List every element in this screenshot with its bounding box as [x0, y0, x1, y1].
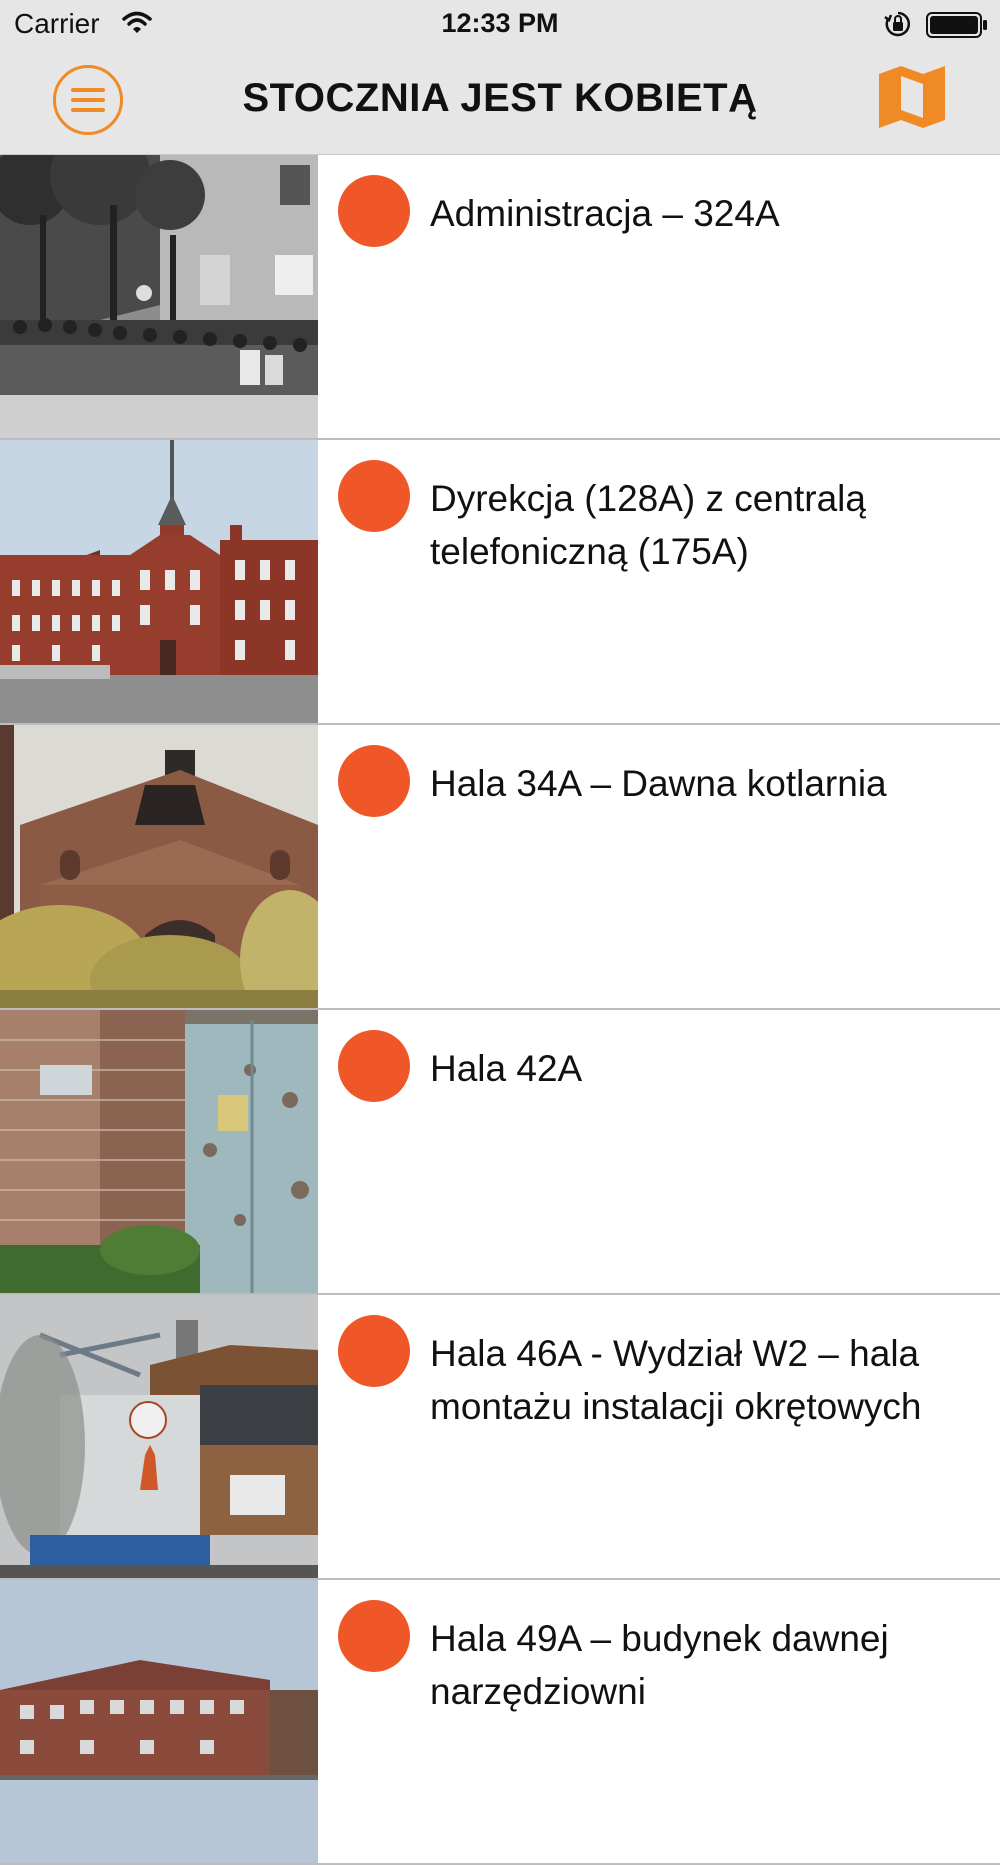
list-item[interactable]: Hala 49A – budynek dawnej narzędziowni: [0, 1580, 1000, 1865]
location-marker: [338, 1315, 410, 1387]
hamburger-menu-icon-bar: [71, 98, 105, 102]
location-marker: [338, 745, 410, 817]
list-item-title: Hala 49A – budynek dawnej narzędziowni: [430, 1618, 889, 1712]
status-bar: Carrier 12:33 PM: [0, 0, 1000, 50]
list-item-title: Hala 42A: [430, 1048, 583, 1089]
location-photo: [0, 725, 318, 1008]
location-photo: [0, 155, 318, 438]
location-photo: [0, 1295, 318, 1578]
location-marker: [338, 460, 410, 532]
orientation-lock-icon: [884, 11, 911, 37]
nav-bar: STOCZNIA JEST KOBIETĄ: [0, 50, 1000, 155]
location-photo: [0, 1010, 318, 1293]
hamburger-menu-icon: [71, 88, 105, 92]
location-photo: [0, 1580, 318, 1863]
list-item[interactable]: Hala 42A: [0, 1010, 1000, 1295]
list-item-title: Dyrekcja (128A) z centralą telefoniczną …: [430, 478, 866, 572]
map-icon[interactable]: [875, 64, 949, 130]
hamburger-menu-icon-bar: [71, 108, 105, 112]
list-item[interactable]: Administracja – 324A: [0, 155, 1000, 440]
locations-list: Administracja – 324A Dyrekcja (128A) z c…: [0, 155, 1000, 1865]
list-item[interactable]: Hala 34A – Dawna kotlarnia: [0, 725, 1000, 1010]
list-item-title: Administracja – 324A: [430, 193, 780, 234]
list-item[interactable]: Dyrekcja (128A) z centralą telefoniczną …: [0, 440, 1000, 725]
page-title: STOCZNIA JEST KOBIETĄ: [242, 76, 758, 120]
list-item[interactable]: Hala 46A - Wydział W2 – hala montażu ins…: [0, 1295, 1000, 1580]
list-item-title: Hala 34A – Dawna kotlarnia: [430, 763, 887, 804]
list-item-title: Hala 46A - Wydział W2 – hala montażu ins…: [430, 1333, 922, 1427]
location-marker: [338, 1030, 410, 1102]
battery-icon: [926, 12, 987, 38]
status-time: 12:33 PM: [441, 8, 559, 38]
location-marker: [338, 175, 410, 247]
location-marker: [338, 1600, 410, 1672]
location-photo: [0, 440, 318, 723]
menu-button[interactable]: [53, 65, 123, 135]
